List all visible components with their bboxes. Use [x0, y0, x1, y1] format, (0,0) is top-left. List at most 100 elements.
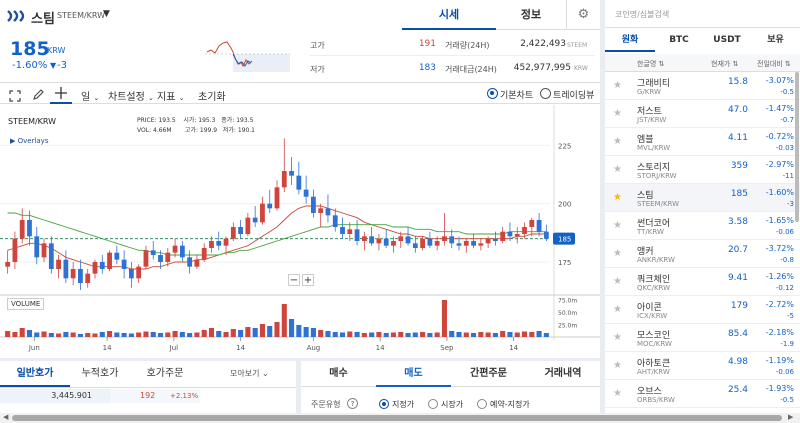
market-row[interactable]: ★ 아하토큰 AHT/KRW 4.98 -1.19% -0.06 [605, 352, 800, 380]
star-icon[interactable]: ★ [613, 164, 622, 175]
market-row[interactable]: ★ 앵커 ANKR/KRW 20.7 -3.72% -0.8 [605, 240, 800, 268]
star-icon[interactable]: ★ [613, 304, 622, 315]
star-icon[interactable]: ★ [613, 108, 622, 119]
volume-bar [521, 331, 528, 337]
market-row[interactable]: ★ 모스코인 MOC/KRW 85.4 -2.18% -1.9 [605, 324, 800, 352]
chevron-down-icon: ⌄ [148, 94, 154, 102]
list-scrollbar[interactable] [795, 72, 799, 222]
volume-bar [136, 332, 142, 337]
star-icon[interactable]: ★ [613, 192, 622, 203]
candle-body [543, 231, 549, 239]
tab-holdings[interactable]: 보유 [751, 28, 800, 52]
coin-change-amount: -0.06 [775, 228, 794, 236]
help-icon[interactable]: ? [347, 398, 358, 409]
gear-icon[interactable]: ⚙ [566, 0, 600, 30]
coin-change-percent: -1.19% [765, 356, 794, 365]
reserve-radio[interactable] [477, 399, 487, 409]
col-name-header[interactable]: 한글명 ⇅ [637, 59, 664, 69]
volume-bar [187, 333, 193, 337]
limit-radio[interactable] [379, 399, 389, 409]
tab-info[interactable]: 정보 [496, 0, 566, 30]
candle-body [514, 234, 520, 237]
col-change-header[interactable]: 전일대비 ⇅ [757, 59, 791, 69]
star-icon[interactable]: ★ [613, 360, 622, 371]
tab-buy[interactable]: 매수 [301, 361, 376, 387]
interval-select[interactable]: 일 ⌄ [81, 88, 99, 103]
group-dropdown[interactable]: 모아보기 ⌄ [230, 368, 269, 379]
candle-body [522, 227, 527, 234]
volume-bar [216, 331, 222, 337]
scrollbar-thumb[interactable] [12, 415, 782, 421]
market-row[interactable]: ★ 그래비티 G/KRW 15.8 -3.07% -0.5 [605, 72, 800, 100]
market-row[interactable]: ★ 저스트 JST/KRW 47.0 -1.47% -0.7 [605, 100, 800, 128]
pencil-icon[interactable] [32, 86, 45, 100]
tab-sell[interactable]: 매도 [376, 361, 451, 387]
tab-quote[interactable]: 시세 [402, 0, 496, 30]
market-row[interactable]: ★ 스팀 STEEM/KRW 185 -1.60% -3 [605, 184, 800, 212]
tab-normal-book[interactable]: 일반호가 [0, 361, 70, 387]
volume-bar [543, 333, 549, 337]
market-row[interactable]: ★메디토큰28.0-1.06% [605, 408, 800, 412]
coin-price: 359 [730, 161, 748, 171]
basic-chart-radio[interactable] [487, 88, 498, 99]
candle-body [310, 196, 316, 213]
coin-change-amount: -3 [787, 200, 794, 208]
star-icon[interactable]: ★ [613, 136, 622, 147]
market-radio[interactable] [428, 399, 438, 409]
indicators-button[interactable]: 지표 ⌄ [157, 88, 184, 103]
crosshair-icon[interactable] [50, 83, 72, 104]
zoom-out-button[interactable]: − [288, 274, 300, 286]
volume-bar [434, 332, 440, 337]
star-icon[interactable]: ★ [613, 388, 622, 399]
volume-bar [63, 332, 69, 337]
horizontal-scrollbar[interactable]: ◀ ▶ [0, 413, 800, 423]
candle-body [267, 203, 273, 209]
coin-dropdown-icon[interactable]: ▼ [103, 9, 110, 19]
market-row[interactable]: ★ 쿼크체인 QKC/KRW 9.41 -1.26% -0.12 [605, 268, 800, 296]
tab-book-order[interactable]: 호가주문 [135, 361, 195, 387]
candle-body [245, 217, 251, 234]
star-icon[interactable]: ★ [613, 220, 622, 231]
tab-usdt[interactable]: USDT [703, 28, 751, 52]
candle-body [99, 262, 105, 269]
candle-body [361, 236, 367, 241]
candle-body [209, 241, 214, 248]
x-tick-label: 14 [103, 344, 112, 352]
scroll-right-icon[interactable]: ▶ [788, 413, 793, 421]
market-row[interactable]: ★ 썬더코어 TT/KRW 3.58 -1.65% -0.06 [605, 212, 800, 240]
star-icon[interactable]: ★ [613, 276, 622, 287]
market-row[interactable]: ★ 아이콘 ICX/KRW 179 -2.72% -5 [605, 296, 800, 324]
market-row[interactable]: ★ 엠블 MVL/KRW 4.11 -0.72% -0.03 [605, 128, 800, 156]
tradingview-radio[interactable] [540, 88, 551, 99]
chart-settings-button[interactable]: 차트설정 ⌄ [108, 88, 154, 103]
market-row[interactable]: ★ 오브스 ORBS/KRW 25.4 -1.93% -0.5 [605, 380, 800, 408]
tab-btc[interactable]: BTC [655, 28, 703, 52]
coin-search-input[interactable]: 코인명/심볼검색 [615, 9, 795, 20]
market-label: 시장가 [441, 400, 464, 409]
volume-bar [339, 332, 346, 337]
market-row[interactable]: ★ 스토리지 STORJ/KRW 359 -2.97% -11 [605, 156, 800, 184]
reset-button[interactable]: 초기화 [198, 88, 226, 103]
candle-body [405, 236, 411, 244]
tab-history[interactable]: 거래내역 [526, 361, 600, 387]
tab-krw[interactable]: 원화 [605, 28, 655, 52]
market-pair: STEEM/KRW [57, 11, 106, 20]
volume-bar [310, 328, 316, 337]
coin-change-percent: -2.97% [765, 160, 794, 169]
star-icon[interactable]: ★ [613, 248, 622, 259]
star-icon[interactable]: ★ [613, 80, 622, 91]
tab-simple-order[interactable]: 간편주문 [451, 361, 526, 387]
col-price-header[interactable]: 현재가 ⇅ [711, 59, 738, 69]
ask-price[interactable]: 192 [140, 391, 155, 400]
zoom-in-button[interactable]: + [302, 274, 314, 286]
fullscreen-icon[interactable] [9, 87, 21, 102]
tab-cumulative-book[interactable]: 누적호가 [70, 361, 130, 387]
candle-body [223, 238, 229, 246]
candle-body [354, 229, 360, 241]
star-icon[interactable]: ★ [613, 332, 622, 343]
scroll-left-icon[interactable]: ◀ [3, 413, 8, 421]
volume-bar [456, 332, 462, 337]
price-chart[interactable]: 225 200 175 185 75.0m 50.0m 25.0m Jun 14 Jul 14 Aug… [0, 105, 600, 355]
overlays-toggle[interactable]: ▶ Overlays [10, 137, 48, 145]
mini-chart [205, 38, 290, 72]
